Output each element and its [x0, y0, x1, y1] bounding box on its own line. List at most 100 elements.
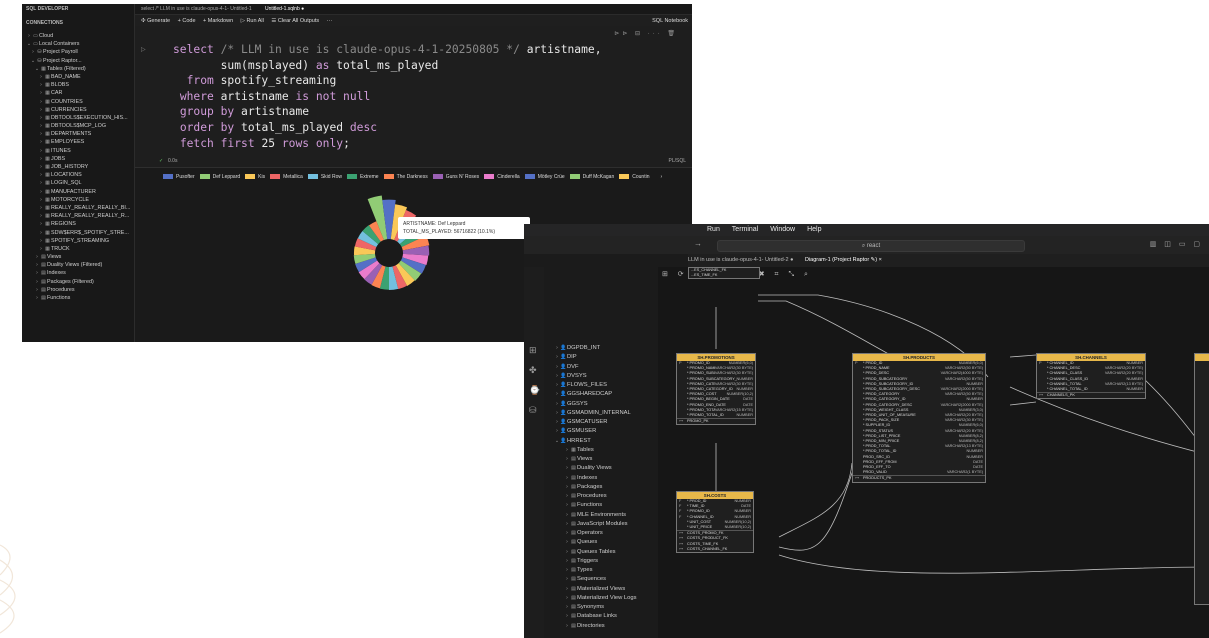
- tree-item[interactable]: › ▦JOB_HISTORY: [22, 163, 134, 171]
- tree-item[interactable]: ⌄ ⛁Project Raptor...: [22, 57, 134, 65]
- table-partial-right[interactable]: [1194, 353, 1209, 605]
- tree-item[interactable]: › ▤Functions: [22, 294, 134, 302]
- activity-bar: ⊞ ✤ ⌚ ⛁: [524, 267, 544, 638]
- tree-item[interactable]: › ▤MLE Environments: [544, 511, 658, 520]
- tree-item[interactable]: › ▦ITUNES: [22, 147, 134, 155]
- tree-item[interactable]: › ▤Indexes: [22, 269, 134, 277]
- tree-item[interactable]: ⌄ ▦Tables (Filtered): [22, 65, 134, 73]
- tree-item[interactable]: › ▤Indexes: [544, 474, 658, 483]
- tree-item[interactable]: › ▦JOBS: [22, 155, 134, 163]
- tree-item[interactable]: › ▦BLOBS: [22, 81, 134, 89]
- layers-icon[interactable]: ⊞: [529, 345, 537, 356]
- database-icon[interactable]: ⛁: [529, 405, 537, 416]
- tree-item[interactable]: › 👤GSMCATUSER: [544, 418, 658, 427]
- tree-item[interactable]: › ▦BAD_NAME: [22, 73, 134, 81]
- tree-item[interactable]: › ▦LOCATIONS: [22, 171, 134, 179]
- run-all-button[interactable]: ▷ Run All: [241, 18, 264, 24]
- tree-item[interactable]: › 👤DGPDB_INT: [544, 344, 658, 353]
- generate-button[interactable]: ✣ Generate: [141, 18, 170, 24]
- tree-item[interactable]: › ▤JavaScript Modules: [544, 520, 658, 529]
- tree-item[interactable]: › ▤Packages: [544, 483, 658, 492]
- tree-item[interactable]: › ▦COUNTRIES: [22, 98, 134, 106]
- clear-outputs-button[interactable]: ☰ Clear All Outputs: [271, 18, 319, 24]
- add-markdown-button[interactable]: + Markdown: [203, 18, 233, 24]
- add-code-button[interactable]: + Code: [178, 18, 196, 24]
- menu-window[interactable]: Window: [770, 226, 795, 233]
- tree-item[interactable]: › ▤Queues Tables: [544, 548, 658, 557]
- tree-item[interactable]: › ▦DBTOOLS$MCP_LOG: [22, 122, 134, 130]
- tree-item[interactable]: › ▦LOGIN_SQL: [22, 179, 134, 187]
- code-cell[interactable]: ▷ ⊳⊳ ⊟ ··· 🗑 select /* LLM in use is cla…: [135, 26, 692, 160]
- layout-icons[interactable]: ▥ ◫ ▭ ▢: [1150, 240, 1203, 248]
- tree-item[interactable]: › ▦MANUFACTURER: [22, 188, 134, 196]
- table-sh-costs[interactable]: SH.COSTS F * PROD_ID NUMBER F * TIME_ID DATE F *…: [676, 491, 754, 554]
- tree-item[interactable]: › ▤Operators: [544, 529, 658, 538]
- tree-item[interactable]: › 👤DVSYS: [544, 372, 658, 381]
- tree-item[interactable]: › ▤Materialized View Logs: [544, 594, 658, 603]
- tree-item[interactable]: › ▦REALLY_REALLY_REALLY_R...: [22, 212, 134, 220]
- tree-item[interactable]: › ▤Synonyms: [544, 603, 658, 612]
- tree-item[interactable]: › ▤Functions: [544, 501, 658, 510]
- tree-item[interactable]: › ▭Cloud: [22, 32, 134, 40]
- tree-item[interactable]: › 👤GGSYS: [544, 400, 658, 409]
- tree-item[interactable]: › ▤Queues: [544, 538, 658, 547]
- tree-item[interactable]: › ▤Duality Views: [544, 464, 658, 473]
- tree-item[interactable]: › 👤DVF: [544, 363, 658, 372]
- tree-item[interactable]: › ▦DBTOOLS$EXECUTION_HIS...: [22, 114, 134, 122]
- table-sh-products[interactable]: SH.PRODUCTS P * PROD_ID NUMBER(6,0) * PROD_N…: [852, 353, 986, 483]
- item-icon: ▤: [571, 622, 576, 629]
- tree-item[interactable]: › ▤Materialized Views: [544, 585, 658, 594]
- tab-notebook[interactable]: Untitled-1.sqlnb ●: [259, 4, 310, 14]
- table-sh-promotions[interactable]: SH.PROMOTIONS P * PROMO_ID NUMBER(6,0) * PRO…: [676, 353, 756, 426]
- tree-item-label: Tables (Filtered): [47, 65, 86, 72]
- tab-untitled[interactable]: LLM in use is claude-opus-4-1- Untitled-…: [688, 257, 793, 263]
- tree-item[interactable]: › ▦EMPLOYEES: [22, 138, 134, 146]
- more-icon[interactable]: ···: [327, 18, 333, 24]
- menu-run[interactable]: Run: [707, 226, 720, 233]
- cell-actions-icon[interactable]: ⊳⊳ ⊟ ··· 🗑: [614, 30, 678, 37]
- tree-item[interactable]: ⌄ ▭Local Containers: [22, 40, 134, 48]
- table-sh-channels[interactable]: SH.CHANNELS P * CHANNEL_ID NUMBER * CHANNEL_…: [1036, 353, 1146, 400]
- tree-item[interactable]: › ▦CURRENCIES: [22, 106, 134, 114]
- arrow-right-icon[interactable]: →: [694, 239, 702, 248]
- tree-item[interactable]: › 👤GGSHAREDCAP: [544, 390, 658, 399]
- tree-item[interactable]: › ▤Procedures: [22, 286, 134, 294]
- tab-query[interactable]: select /* LLM in use is claude-opus-4-1-…: [135, 4, 258, 14]
- tree-item[interactable]: › ▤Types: [544, 566, 658, 575]
- tree-item[interactable]: › 👤GSMADMIN_INTERNAL: [544, 409, 658, 418]
- tree-item[interactable]: › ▦Tables: [544, 446, 658, 455]
- tree-item[interactable]: › 👤DIP: [544, 353, 658, 362]
- tree-item[interactable]: › ▦TRUCK: [22, 245, 134, 253]
- tree-item[interactable]: › 👤FLOWS_FILES: [544, 381, 658, 390]
- search-input[interactable]: ⌕ react: [717, 240, 1025, 252]
- tree-item[interactable]: › ▤Database Links: [544, 612, 658, 621]
- tree-item[interactable]: › ▦REGIONS: [22, 220, 134, 228]
- tree-item[interactable]: › ▦REALLY_REALLY_REALLY_BI...: [22, 204, 134, 212]
- menu-terminal[interactable]: Terminal: [732, 226, 758, 233]
- tree-item[interactable]: ⌄👤HRREST: [544, 437, 658, 446]
- tree-item[interactable]: › ▤Views: [544, 455, 658, 464]
- tree-item[interactable]: › ▤Directories: [544, 622, 658, 631]
- tree-item[interactable]: › ▦SPOTIFY_STREAMING: [22, 237, 134, 245]
- tree-item[interactable]: › ▤Triggers: [544, 557, 658, 566]
- tree-item[interactable]: › ▤Views: [22, 253, 134, 261]
- tree-item[interactable]: › ▤Packages (Filtered): [22, 278, 134, 286]
- tree-item-label: Materialized View Logs: [577, 594, 637, 601]
- tree-item[interactable]: › ⛁Project Payroll: [22, 48, 134, 56]
- run-cell-icon[interactable]: ▷: [141, 46, 146, 53]
- tree-item[interactable]: › ▦MOTORCYCLE: [22, 196, 134, 204]
- tree-item[interactable]: › ▦CAR: [22, 89, 134, 97]
- tree-item[interactable]: › ▤Duality Views (Filtered): [22, 261, 134, 269]
- cell-language[interactable]: PL/SQL: [668, 158, 686, 164]
- extensions-icon[interactable]: ✤: [529, 365, 537, 376]
- table-partial[interactable]: ...ES_CHANNEL_FK ...ES_TIME_FK: [688, 267, 760, 280]
- tree-item[interactable]: › ▤Procedures: [544, 492, 658, 501]
- menu-help[interactable]: Help: [807, 226, 821, 233]
- tree-item[interactable]: › 👤GSMUSER: [544, 427, 658, 436]
- tree-item[interactable]: › ▦SDW$ERR$_SPOTIFY_STRE...: [22, 229, 134, 237]
- tree-item[interactable]: › ▤Sequences: [544, 575, 658, 584]
- tree-item[interactable]: › ▦DEPARTMENTS: [22, 130, 134, 138]
- history-icon[interactable]: ⌚: [529, 385, 540, 396]
- tab-diagram[interactable]: Diagram-1 (Project Raptor ✎) ×: [805, 257, 882, 263]
- sql-code[interactable]: select /* LLM in use is claude-opus-4-1-…: [173, 42, 602, 151]
